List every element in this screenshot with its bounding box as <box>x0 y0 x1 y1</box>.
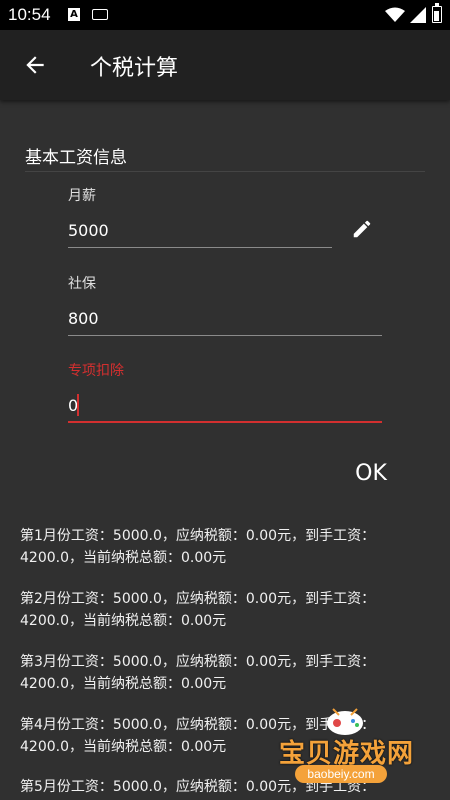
ok-button[interactable]: OK <box>345 456 397 490</box>
section-title: 基本工资信息 <box>25 148 127 168</box>
result-line: 4200.0，当前纳税总额：0.00元 <box>20 613 227 629</box>
result-line: 4200.0，当前纳税总额：0.00元 <box>20 676 227 692</box>
status-bar: 10:54 A <box>0 0 450 30</box>
result-item: 第2月份工资：5000.0，应纳税额：0.00元，到手工资： 4200.0，当前… <box>20 588 435 632</box>
app-bar: 个税计算 <box>0 30 450 100</box>
status-time: 10:54 <box>8 5 51 24</box>
result-line: 4200.0，当前纳税总额：0.00元 <box>20 550 227 566</box>
battery-icon <box>432 3 442 23</box>
special-deduction-input[interactable] <box>68 389 382 423</box>
salary-input[interactable] <box>68 214 332 248</box>
special-deduction-label: 专项扣除 <box>68 363 124 379</box>
pencil-edit-icon[interactable] <box>351 218 373 240</box>
wifi-icon <box>385 7 405 22</box>
result-line: 第1月份工资：5000.0，应纳税额：0.00元，到手工资： <box>20 528 376 544</box>
social-security-input[interactable] <box>68 302 382 336</box>
watermark: 宝贝游戏网 baobeiy.com <box>275 705 445 790</box>
result-item: 第3月份工资：5000.0，应纳税额：0.00元，到手工资： 4200.0，当前… <box>20 651 435 695</box>
keyboard-icon <box>92 9 108 20</box>
text-cursor <box>77 394 79 416</box>
section-divider <box>25 171 425 172</box>
salary-label: 月薪 <box>68 188 96 204</box>
watermark-url: baobeiy.com <box>295 765 387 783</box>
result-line: 第2月份工资：5000.0，应纳税额：0.00元，到手工资： <box>20 591 376 607</box>
page-title: 个税计算 <box>90 56 179 81</box>
result-item: 第1月份工资：5000.0，应纳税额：0.00元，到手工资： 4200.0，当前… <box>20 525 435 569</box>
result-line: 第3月份工资：5000.0，应纳税额：0.00元，到手工资： <box>20 654 376 670</box>
back-arrow-icon[interactable] <box>22 52 48 78</box>
signal-icon <box>410 7 426 23</box>
social-security-label: 社保 <box>68 276 96 292</box>
app-notification-icon: A <box>68 8 80 21</box>
